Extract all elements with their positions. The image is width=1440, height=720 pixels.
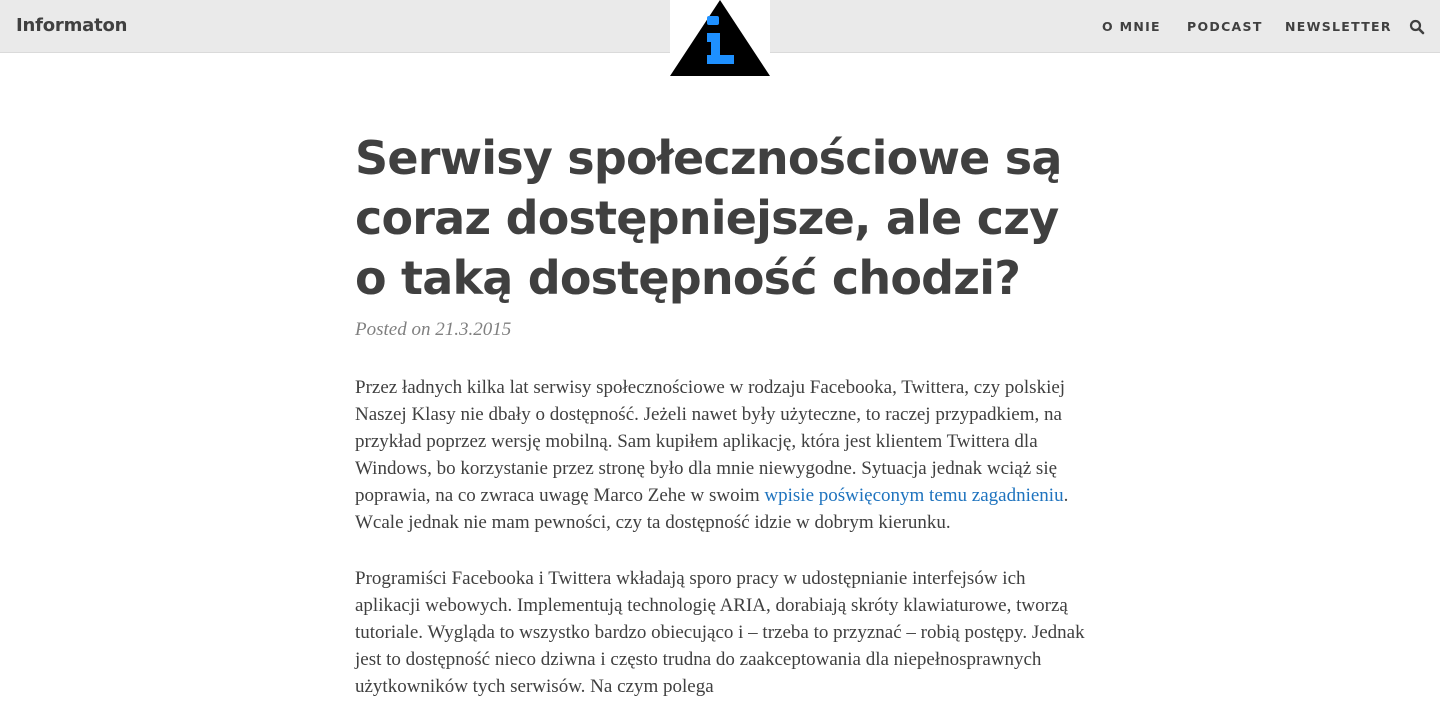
article-link[interactable]: wpisie poświęconym temu zagadnieniu xyxy=(764,485,1063,506)
article-title: Serwisy społecznościowe są coraz dostępn… xyxy=(355,131,1062,305)
site-title-link[interactable]: Informaton xyxy=(16,15,127,36)
info-logo-icon[interactable] xyxy=(670,0,770,76)
nav-item-podcast[interactable]: PODCAST xyxy=(1187,19,1263,34)
top-navigation-bar: Informaton O MNIE PODCAST NEWSLETTER xyxy=(0,0,1440,76)
nav-item-o-mnie[interactable]: O MNIE xyxy=(1102,19,1161,34)
article-paragraph: Przez ładnych kilka lat serwisy społeczn… xyxy=(355,374,1085,536)
nav-item-newsletter[interactable]: NEWSLETTER xyxy=(1285,19,1392,34)
article-paragraph: Programiści Facebooka i Twittera wkładaj… xyxy=(355,568,1085,697)
search-icon[interactable] xyxy=(1409,19,1425,35)
post-date: 21.3.2015 xyxy=(435,319,512,340)
post-meta: Posted on 21.3.2015 xyxy=(355,319,1085,341)
posted-on-label: Posted on xyxy=(355,319,431,340)
article: Serwisy społecznościowe są coraz dostępn… xyxy=(355,128,1085,700)
info-triangle-icon xyxy=(670,0,770,76)
